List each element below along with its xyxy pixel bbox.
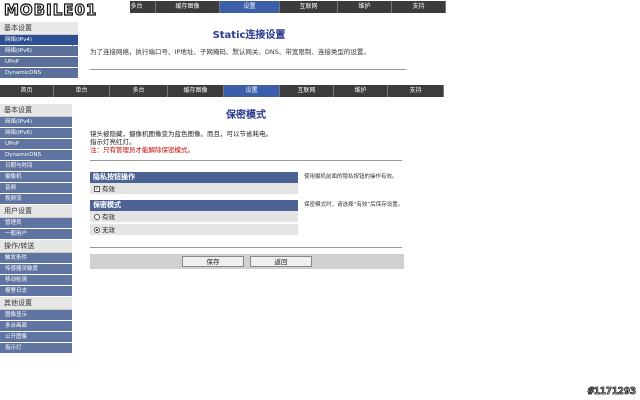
sidebar-item-video-stream[interactable]: 视频流 [0,194,72,205]
main-content: 保密模式 镜头被隐藏，摄像机图像变为蓝色图像。而且，可以节省耗电。 指示灯亮红灯… [86,104,406,400]
tab-single[interactable]: 单台 [54,85,110,97]
sidebar-item-image-display[interactable]: 图像显示 [0,310,72,321]
back-tab-support[interactable]: 支持 [392,1,446,13]
action-bar: 保存 返回 [90,254,404,269]
admin-note: 注：只有管理员才能解除保密模式。 [90,146,194,154]
privacy-button-option-row: ✓ 有效 [90,183,298,195]
sidebar-heading-users: 用户设置 [0,205,72,218]
privacy-button-option-label: 有效 [102,185,115,193]
privacy-button-section-heading: 隐私按钮操作 [90,172,298,183]
sidebar-item-camera[interactable]: 摄像机 [0,172,72,183]
back-tab-buffer-images[interactable]: 缓存图像 [156,1,220,13]
logo-text: MOBILE01 [3,0,98,19]
back-page-title: Static连接设置 [212,30,286,41]
privacy-mode-radio-disabled[interactable] [94,227,100,233]
privacy-mode-enabled-label: 有效 [102,213,115,221]
top-divider [90,160,402,161]
selected-arrow-icon [72,38,77,46]
sidebar-item-alarm-log[interactable]: 报警日志 [0,286,72,297]
sidebar-item-network-ipv6[interactable]: 网络(IPv6) [0,128,72,139]
back-sidebar: 基本设置 网络(IPv4) 网络(IPv6) UPnP DynamicDNS [0,22,78,84]
sidebar-heading-other: 其他设置 [0,297,72,310]
sidebar-item-upnp[interactable]: UPnP [0,139,72,150]
privacy-mode-option-enabled[interactable]: 有效 [90,211,298,223]
sidebar-item-general-user[interactable]: 一般用户 [0,229,72,240]
back-sidebar-heading: 基本设置 [0,22,78,35]
privacy-button-checkbox[interactable]: ✓ [94,186,100,192]
back-tab-internet[interactable]: 互联网 [280,1,338,13]
back-button[interactable]: 返回 [250,256,312,267]
tab-home[interactable]: 首页 [0,85,54,97]
sidebar-item-multi-screen[interactable]: 多台画面 [0,321,72,332]
privacy-mode-radio-enabled[interactable] [94,214,100,220]
privacy-mode-section-heading: 保密模式 [90,200,298,211]
back-divider [90,69,406,70]
foreground-window: 首页 单台 多台 缓存图像 设置 互联网 维护 支持 基本设置 网络(IPv4)… [0,84,640,400]
sidebar-item-network-ipv4[interactable]: 网络(IPv4) [0,117,72,128]
back-content: Static连接设置 为了连接网络，执行端口号、IP地址、子网掩码、默认网关、D… [84,22,414,84]
tab-multi[interactable]: 多台 [110,85,168,97]
tab-maintenance[interactable]: 维护 [334,85,388,97]
tab-buffer-images[interactable]: 缓存图像 [168,85,224,97]
background-window: 多台 缓存图像 设置 互联网 维护 支持 MOBILE01 基本设置 网络(IP… [0,0,640,84]
back-sidebar-item-ipv6[interactable]: 网络(IPv6) [0,46,78,57]
sidebar-heading-operation: 操作/转送 [0,240,72,253]
main-tab-bar: 首页 单台 多台 缓存图像 设置 互联网 维护 支持 [0,84,640,97]
description-line-2: 指示灯亮红灯。 [90,138,136,146]
tab-support[interactable]: 支持 [388,85,444,97]
sidebar-item-indicator[interactable]: 指示灯 [0,343,72,354]
sidebar-item-public-image[interactable]: 公开图像 [0,332,72,343]
page-title: 保密模式 [226,110,266,121]
tab-settings[interactable]: 设置 [224,85,280,97]
sidebar-item-motion-detection[interactable]: 移动检测 [0,275,72,286]
sidebar-item-date-time[interactable]: 日期与时间 [0,161,72,172]
back-sidebar-item-ipv4[interactable]: 网络(IPv4) [0,35,78,46]
privacy-button-help: 使用摄机前面的隐私按钮的操作有效。 [304,174,398,180]
site-logo: MOBILE01 [2,0,130,22]
settings-sidebar: 基本设置 网络(IPv4) 网络(IPv6) UPnP DynamicDNS 日… [0,104,72,400]
back-page-description: 为了连接网络，执行端口号、IP地址、子网掩码、默认网关、DNS、带宽限制、连接类… [90,48,370,56]
save-button[interactable]: 保存 [182,256,244,267]
sidebar-item-audio[interactable]: 音频 [0,183,72,194]
back-sidebar-item-upnp[interactable]: UPnP [0,57,78,68]
description-line-1: 镜头被隐藏，摄像机图像变为蓝色图像。而且，可以节省耗电。 [90,130,272,138]
privacy-mode-option-disabled[interactable]: 无效 [90,224,298,236]
back-tab-maintenance[interactable]: 维护 [338,1,392,13]
bottom-divider [90,247,402,248]
watermark: #1171293 [587,386,636,398]
tab-internet[interactable]: 互联网 [280,85,334,97]
back-sidebar-item-ddns[interactable]: DynamicDNS [0,68,78,79]
privacy-mode-disabled-label: 无效 [102,226,115,234]
sidebar-item-administrator[interactable]: 管理员 [0,218,72,229]
sidebar-item-dynamic-dns[interactable]: DynamicDNS [0,150,72,161]
sidebar-heading-basic: 基本设置 [0,104,72,117]
sidebar-item-trigger[interactable]: 触发条件 [0,253,72,264]
sidebar-item-sensor-sensitivity[interactable]: 传感器灵敏度 [0,264,72,275]
back-tab-settings[interactable]: 设置 [220,1,280,13]
privacy-mode-help: 保密模式时，请选择“有效”后保存设置。 [304,202,404,208]
page-description: 镜头被隐藏，摄像机图像变为蓝色图像。而且，可以节省耗电。 指示灯亮红灯。 [86,130,406,146]
